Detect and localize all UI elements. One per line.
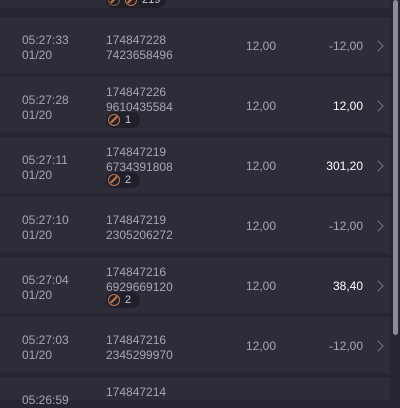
row-id1: 174847219 (106, 145, 167, 159)
free-spin-icon (108, 294, 120, 306)
free-spin-icon (125, 0, 137, 6)
scrollbar-thumb[interactable] (393, 0, 398, 335)
table-row[interactable]: 05:27:28 01/20 174847226 9610435584 1 12… (0, 77, 390, 133)
free-spin-badge: 1 (106, 112, 140, 128)
row-ids: 174847216 6929669120 (106, 265, 173, 295)
row-result: -12,00 (328, 39, 363, 53)
row-result: -12,00 (328, 339, 363, 353)
badge-count: 2 (125, 174, 132, 186)
row-id2: 7423658496 (106, 48, 173, 62)
row-datetime: 05:27:11 01/20 (22, 153, 68, 183)
row-bet: 12,00 (246, 279, 277, 293)
free-spin-badge: 2 (106, 292, 140, 308)
row-id2: 2305206272 (106, 228, 173, 242)
row-id1: 174847214 (106, 385, 167, 399)
row-id2: 2345299970 (106, 348, 173, 362)
chevron-right-icon[interactable] (372, 340, 384, 352)
row-time: 05:27:11 (22, 153, 68, 167)
chevron-right-icon[interactable] (372, 280, 384, 292)
row-datetime: 05:27:03 01/20 (22, 333, 69, 363)
row-bet: 12,00 (246, 39, 277, 53)
table-row[interactable]: 219 (0, 0, 390, 8)
row-result: -12,00 (328, 219, 363, 233)
free-spin-badge: 219 (106, 0, 167, 8)
row-time: 05:26:59 (22, 393, 69, 407)
chevron-right-icon[interactable] (372, 100, 384, 112)
row-ids: 174847219 2305206272 (106, 213, 173, 243)
row-ids: 174847219 6734391808 (106, 145, 173, 175)
free-spin-icon (108, 174, 120, 186)
row-date: 01/20 (22, 228, 53, 242)
table-row[interactable]: 05:26:59 174847214 (0, 377, 390, 407)
free-spin-icon (108, 114, 120, 126)
row-time: 05:27:10 (22, 213, 69, 227)
row-ids: 174847226 9610435584 (106, 85, 173, 115)
row-datetime: 05:26:59 (22, 393, 69, 408)
row-date: 01/20 (22, 288, 53, 302)
row-datetime: 05:27:04 01/20 (22, 273, 69, 303)
row-ids: 174847214 (106, 385, 166, 400)
row-time: 05:27:33 (22, 33, 69, 47)
row-time: 05:27:04 (22, 273, 69, 287)
row-ids: 174847228 7423658496 (106, 33, 173, 63)
row-result: 38,40 (332, 279, 363, 293)
row-date: 01/20 (22, 168, 53, 182)
row-date: 01/20 (22, 48, 53, 62)
badge-count: 2 (125, 294, 132, 306)
row-id1: 174847228 (106, 33, 167, 47)
table-row[interactable]: 05:27:04 01/20 174847216 6929669120 2 12… (0, 257, 390, 313)
row-id1: 174847219 (106, 213, 167, 227)
badge-count: 1 (125, 114, 132, 126)
row-result: 12,00 (332, 99, 363, 113)
row-bet: 12,00 (246, 99, 277, 113)
row-bet: 12,00 (246, 339, 277, 353)
row-time: 05:27:28 (22, 93, 69, 107)
row-result: 301,20 (326, 159, 363, 173)
row-ids: 174847216 2345299970 (106, 333, 173, 363)
row-id1: 174847216 (106, 333, 167, 347)
chevron-right-icon[interactable] (372, 220, 384, 232)
row-time: 05:27:03 (22, 333, 69, 347)
row-datetime: 05:27:33 01/20 (22, 33, 69, 63)
chevron-right-icon[interactable] (372, 160, 384, 172)
table-row[interactable]: 05:27:10 01/20 174847219 2305206272 12,0… (0, 197, 390, 253)
swap-icon (108, 0, 120, 6)
chevron-right-icon[interactable] (372, 40, 384, 52)
row-bet: 12,00 (246, 159, 277, 173)
row-bet: 12,00 (246, 219, 277, 233)
table-row[interactable]: 05:27:11 01/20 174847219 6734391808 2 12… (0, 137, 390, 193)
row-datetime: 05:27:10 01/20 (22, 213, 69, 243)
free-spin-badge: 2 (106, 172, 140, 188)
row-date: 01/20 (22, 108, 53, 122)
row-datetime: 05:27:28 01/20 (22, 93, 69, 123)
row-date: 01/20 (22, 348, 53, 362)
row-id1: 174847226 (106, 85, 167, 99)
table-row[interactable]: 05:27:33 01/20 174847228 7423658496 12,0… (0, 17, 390, 73)
table-row[interactable]: 05:27:03 01/20 174847216 2345299970 12,0… (0, 317, 390, 373)
row-id1: 174847216 (106, 265, 167, 279)
badge-count: 219 (142, 0, 161, 6)
